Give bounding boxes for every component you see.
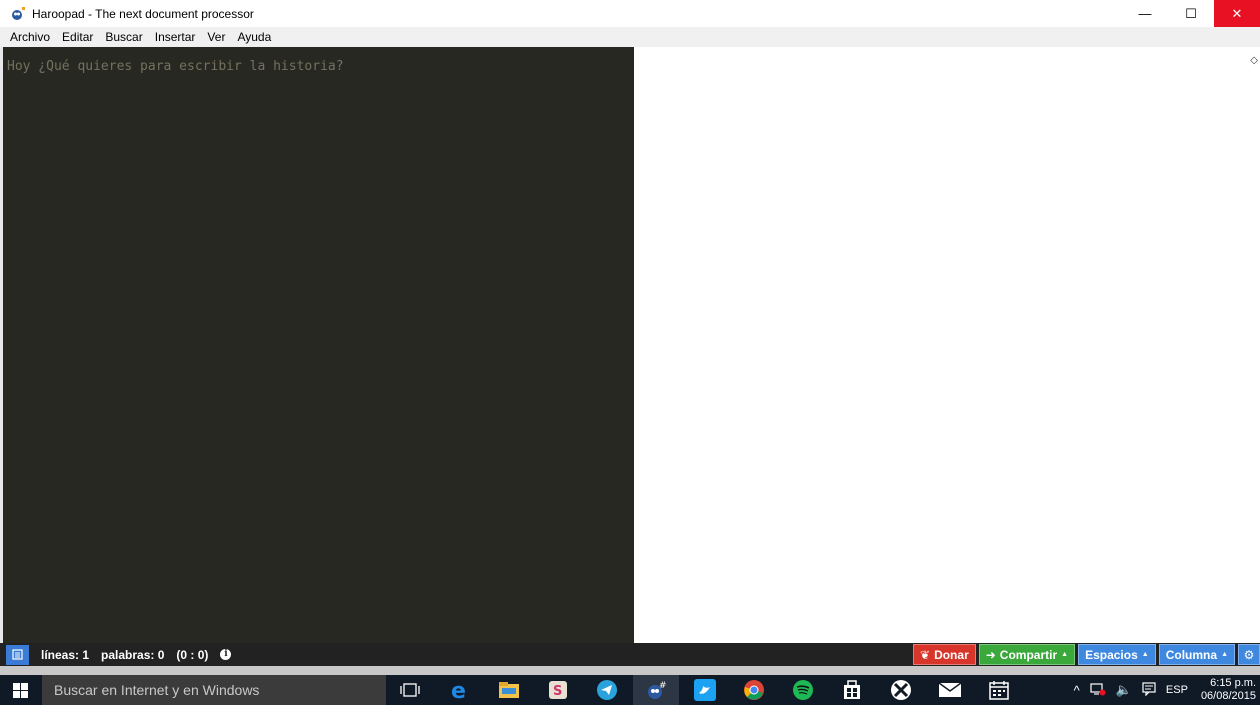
taskbar-separator xyxy=(0,666,1260,675)
telegram-icon[interactable] xyxy=(595,678,619,702)
preview-pane[interactable]: ◇ xyxy=(634,47,1260,643)
window-title: Haroopad - The next document processor xyxy=(32,6,254,21)
task-view-icon[interactable] xyxy=(398,678,422,702)
show-hidden-icons-chevron-icon[interactable]: ^ xyxy=(1074,683,1080,698)
markdown-editor[interactable]: Hoy ¿Qué quieres para escribir la histor… xyxy=(3,47,634,643)
file-explorer-icon[interactable] xyxy=(497,678,521,702)
xbox-icon[interactable] xyxy=(889,678,913,702)
chrome-icon[interactable] xyxy=(742,678,766,702)
gear-icon: ⚙ xyxy=(1243,647,1255,662)
editor-placeholder: Hoy ¿Qué quieres para escribir la histor… xyxy=(7,59,344,74)
svg-text:S: S xyxy=(553,684,562,699)
leaf-icon: ❦ xyxy=(920,647,931,662)
column-layout-button[interactable]: Columna ▲ xyxy=(1158,644,1235,665)
caret-up-icon: ▲ xyxy=(1141,651,1149,658)
menu-bar: Archivo Editar Buscar Insertar Ver Ayuda xyxy=(0,27,1260,47)
spotify-icon[interactable] xyxy=(791,678,815,702)
menu-editar[interactable]: Editar xyxy=(56,30,99,44)
column-label: Columna xyxy=(1165,647,1218,662)
share-arrow-icon: ➜ xyxy=(985,647,996,662)
haroopad-icon[interactable]: # xyxy=(644,678,668,702)
line-count: líneas: 1 xyxy=(41,647,90,662)
mail-icon[interactable] xyxy=(938,678,962,702)
menu-buscar[interactable]: Buscar xyxy=(99,30,148,44)
menu-insertar[interactable]: Insertar xyxy=(149,30,202,44)
caret-up-icon: ▲ xyxy=(1061,651,1069,658)
windows-logo-icon xyxy=(12,682,28,698)
list-icon xyxy=(12,649,23,660)
menu-archivo[interactable]: Archivo xyxy=(4,30,56,44)
title-bar: Haroopad - The next document processor —… xyxy=(0,0,1260,27)
cursor-position: (0 : 0) xyxy=(176,647,209,662)
collapse-handle-icon[interactable]: ◇ xyxy=(1250,55,1258,66)
network-disconnected-icon[interactable] xyxy=(1090,682,1106,699)
system-tray: ^ 🔈 ESP 6:15 p.m. 06/08/2015 xyxy=(1069,675,1260,705)
action-center-icon[interactable] xyxy=(1142,681,1156,699)
word-count: palabras: 0 xyxy=(101,647,165,662)
start-button[interactable] xyxy=(0,675,40,705)
info-icon[interactable]: i xyxy=(220,649,232,660)
share-label: Compartir xyxy=(999,647,1058,662)
donate-button[interactable]: ❦ Donar xyxy=(913,644,976,665)
volume-icon[interactable]: 🔈 xyxy=(1116,682,1132,698)
document-outline-button[interactable] xyxy=(6,644,29,665)
svg-text:e: e xyxy=(451,679,466,701)
menu-ver[interactable]: Ver xyxy=(201,30,231,44)
indent-spaces-button[interactable]: Espacios ▲ xyxy=(1078,644,1156,665)
donate-label: Donar xyxy=(934,647,969,662)
svg-text:#: # xyxy=(659,681,667,691)
clock-date: 06/08/2015 xyxy=(1200,690,1256,702)
minimize-button[interactable]: — xyxy=(1122,0,1168,27)
share-button[interactable]: ➜ Compartir ▲ xyxy=(978,644,1076,665)
caret-up-icon: ▲ xyxy=(1221,651,1228,658)
twitter-icon[interactable] xyxy=(693,678,717,702)
spaces-label: Espacios xyxy=(1085,647,1138,662)
haroopad-app-icon[interactable] xyxy=(10,6,26,22)
menu-ayuda[interactable]: Ayuda xyxy=(231,30,277,44)
clock-time: 6:15 p.m. xyxy=(1210,677,1256,689)
clock[interactable]: 6:15 p.m. 06/08/2015 xyxy=(1201,677,1256,703)
slack-icon[interactable]: S xyxy=(546,678,570,702)
store-icon[interactable] xyxy=(840,678,864,702)
windows-taskbar: Buscar en Internet y en Windows e S # ^ xyxy=(0,675,1260,705)
settings-button[interactable]: ⚙ xyxy=(1238,644,1260,665)
edge-icon[interactable]: e xyxy=(448,678,472,702)
close-button[interactable]: ✕ xyxy=(1214,0,1260,27)
status-bar: líneas: 1 palabras: 0 (0 : 0) i ❦ Donar … xyxy=(0,643,1260,666)
input-language[interactable]: ESP xyxy=(1166,684,1188,696)
calendar-icon[interactable] xyxy=(987,678,1011,702)
maximize-button[interactable]: ☐ xyxy=(1168,0,1214,27)
taskbar-search-input[interactable]: Buscar en Internet y en Windows xyxy=(42,675,386,705)
